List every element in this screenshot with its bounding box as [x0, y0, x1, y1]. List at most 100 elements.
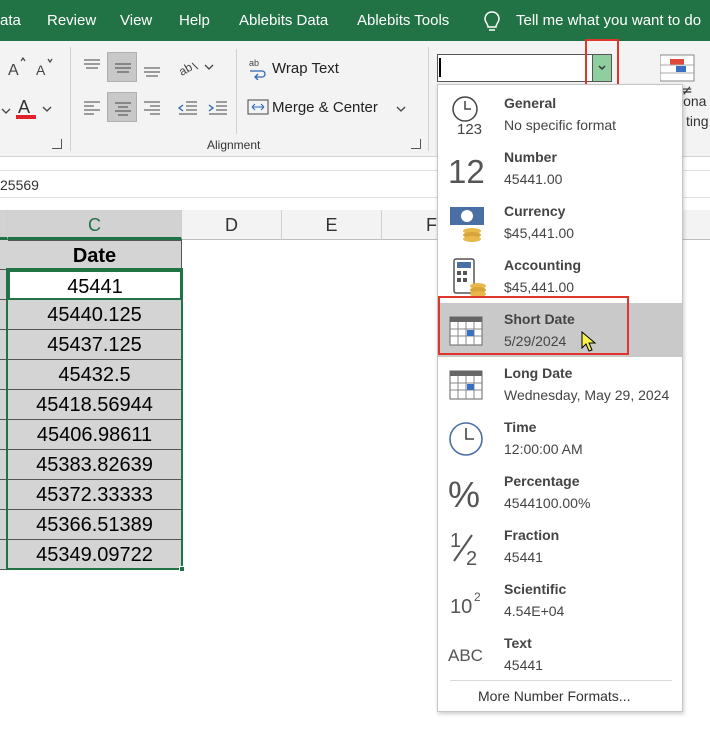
- format-fraction[interactable]: 1 2 Fraction 45441: [438, 519, 682, 573]
- format-name: Scientific: [504, 581, 567, 597]
- format-example: No specific format: [504, 117, 617, 133]
- general-icon: 123: [452, 96, 482, 135]
- format-example: 45441: [504, 549, 543, 565]
- format-example: Wednesday, May 29, 2024: [504, 387, 670, 403]
- text-abc-icon: ABC: [448, 646, 483, 665]
- abc-label: ABC: [448, 646, 483, 665]
- format-example: 45441: [504, 657, 543, 673]
- active-cell[interactable]: 45441: [8, 270, 182, 300]
- cell-date-header[interactable]: Date: [8, 240, 182, 270]
- format-currency[interactable]: Currency $45,441.00: [438, 195, 682, 249]
- align-right-icon[interactable]: [140, 95, 164, 119]
- format-number[interactable]: 12 Number 45441.00: [438, 141, 682, 195]
- highlight-box: [585, 39, 619, 89]
- format-name: Percentage: [504, 473, 580, 489]
- sci-exponent: 2: [474, 590, 481, 604]
- row-stub: [0, 540, 8, 570]
- increase-indent-icon[interactable]: [206, 95, 230, 119]
- sci-base: 10: [450, 596, 472, 618]
- align-middle-icon: [115, 63, 131, 73]
- format-general[interactable]: 123 General No specific format: [438, 87, 682, 141]
- font-color-dropdown-icon[interactable]: [41, 99, 53, 119]
- svg-text:ab: ab: [178, 60, 195, 79]
- merge-dropdown-icon[interactable]: [395, 99, 407, 119]
- date-cell[interactable]: 45418.56944: [8, 390, 182, 420]
- highlight-box: [438, 296, 629, 355]
- format-name: Time: [504, 419, 537, 435]
- align-center-icon: [115, 102, 131, 116]
- align-bottom-icon[interactable]: [140, 57, 164, 81]
- text-cursor: [439, 58, 441, 77]
- wrap-text-button[interactable]: Wrap Text: [272, 60, 339, 77]
- column-header-e[interactable]: E: [282, 210, 382, 240]
- align-middle-button[interactable]: [107, 52, 137, 82]
- date-cell[interactable]: 45432.5: [8, 360, 182, 390]
- decrease-font-size-icon[interactable]: A: [34, 57, 56, 77]
- date-cell[interactable]: 45372.33333: [8, 480, 182, 510]
- align-top-icon[interactable]: [80, 55, 104, 79]
- fill-handle[interactable]: [179, 566, 185, 572]
- column-header-c[interactable]: C: [8, 210, 182, 240]
- font-color-icon[interactable]: A: [14, 95, 40, 121]
- column-header-d[interactable]: D: [182, 210, 282, 240]
- conditional-formatting-label-2[interactable]: ting: [686, 113, 709, 129]
- decrease-indent-icon[interactable]: [176, 95, 200, 119]
- svg-text:A: A: [36, 62, 46, 77]
- format-scientific[interactable]: 10 2 Scientific 4.54E+04: [438, 573, 682, 627]
- merge-center-icon[interactable]: [246, 95, 270, 119]
- svg-text:2: 2: [466, 548, 477, 567]
- formula-bar-value[interactable]: 25569: [0, 177, 39, 193]
- alignment-group-label: Alignment: [207, 138, 261, 152]
- align-left-icon[interactable]: [80, 95, 104, 119]
- font-dialog-launcher[interactable]: [52, 139, 62, 149]
- merge-center-button[interactable]: Merge & Center: [272, 99, 378, 116]
- increase-font-size-icon[interactable]: A: [6, 57, 28, 77]
- number-12-label: 12: [448, 153, 485, 189]
- tab-data[interactable]: ata: [0, 12, 21, 29]
- format-text[interactable]: ABC Text 45441: [438, 627, 682, 681]
- tell-me-search[interactable]: Tell me what you want to do: [516, 12, 701, 29]
- row-stub: [0, 480, 8, 510]
- format-time[interactable]: Time 12:00:00 AM: [438, 411, 682, 465]
- general-123-label: 123: [457, 121, 482, 135]
- separator: [450, 680, 672, 681]
- number-icon: 12: [448, 153, 485, 189]
- format-percentage[interactable]: % Percentage 4544100.00%: [438, 465, 682, 519]
- dropdown-arrow-icon[interactable]: [0, 99, 12, 119]
- row-stub: [0, 510, 8, 540]
- format-long-date[interactable]: Long Date Wednesday, May 29, 2024: [438, 357, 682, 411]
- currency-icon: [450, 207, 484, 242]
- orientation-icon[interactable]: ab: [178, 55, 214, 81]
- row-stub: [0, 450, 8, 480]
- svg-text:1: 1: [450, 530, 461, 552]
- row-stub: [0, 240, 8, 270]
- more-number-formats-link[interactable]: More Number Formats...: [478, 688, 630, 704]
- svg-text:A: A: [18, 97, 30, 117]
- column-header-b[interactable]: [0, 210, 8, 240]
- format-accounting[interactable]: Accounting $45,441.00: [438, 249, 682, 303]
- row-stub: [0, 300, 8, 330]
- tab-review[interactable]: Review: [47, 12, 96, 29]
- fraction-icon: 1 2: [450, 530, 477, 567]
- wrap-text-icon[interactable]: ab: [248, 56, 268, 80]
- date-cell[interactable]: 45406.98611: [8, 420, 182, 450]
- conditional-formatting-label[interactable]: iona: [680, 93, 706, 109]
- menu-bar: ata Review View Help Ablebits Data Ableb…: [0, 0, 710, 41]
- format-example: 4544100.00%: [504, 495, 591, 511]
- date-cell[interactable]: 45437.125: [8, 330, 182, 360]
- tab-view[interactable]: View: [120, 12, 152, 29]
- align-center-button[interactable]: [107, 92, 137, 122]
- date-cell[interactable]: 45349.09722: [8, 540, 182, 570]
- row-stub: [0, 330, 8, 360]
- format-example: $45,441.00: [504, 225, 575, 241]
- date-cell[interactable]: 45383.82639: [8, 450, 182, 480]
- alignment-dialog-launcher[interactable]: [411, 139, 421, 149]
- date-cell[interactable]: 45366.51389: [8, 510, 182, 540]
- tab-ablebits-tools[interactable]: Ablebits Tools: [357, 12, 449, 29]
- date-cell[interactable]: 45440.125: [8, 300, 182, 330]
- format-example: 4.54E+04: [504, 603, 565, 619]
- svg-text:ab: ab: [249, 58, 259, 68]
- tab-ablebits-data[interactable]: Ablebits Data: [239, 12, 328, 29]
- format-example: 45441.00: [504, 171, 563, 187]
- tab-help[interactable]: Help: [179, 12, 210, 29]
